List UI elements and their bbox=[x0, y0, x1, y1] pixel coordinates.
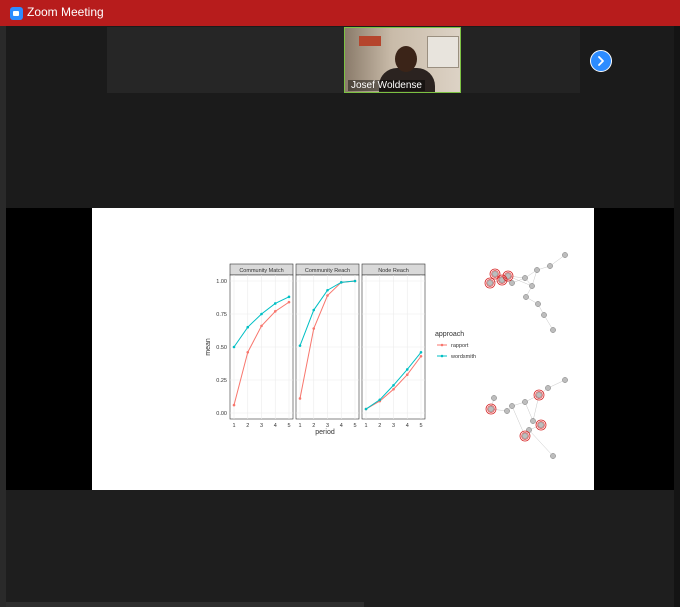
right-window-edge bbox=[674, 26, 680, 607]
legend-entry: wordsmith bbox=[450, 354, 476, 360]
data-point bbox=[419, 354, 423, 358]
y-tick-label: 0.25 bbox=[216, 378, 227, 384]
network-node bbox=[509, 280, 515, 286]
data-point bbox=[353, 279, 357, 283]
y-tick-label: 1.00 bbox=[216, 279, 227, 285]
data-point bbox=[260, 324, 263, 328]
x-tick-label: 5 bbox=[287, 423, 290, 429]
x-tick-label: 5 bbox=[353, 423, 356, 429]
data-point bbox=[392, 383, 395, 387]
data-point bbox=[287, 300, 291, 304]
network-edge bbox=[528, 429, 554, 457]
x-tick-label: 2 bbox=[378, 423, 381, 429]
network-node bbox=[538, 422, 544, 428]
next-page-button[interactable] bbox=[590, 50, 612, 72]
y-axis-label: mean bbox=[205, 338, 212, 356]
data-point bbox=[273, 302, 277, 305]
data-point bbox=[326, 288, 329, 292]
video-whiteboard bbox=[427, 36, 459, 68]
network-node bbox=[492, 271, 498, 277]
x-tick-label: 1 bbox=[364, 423, 367, 429]
x-tick-label: 2 bbox=[246, 423, 249, 429]
network-node bbox=[487, 280, 493, 286]
network-node bbox=[523, 294, 529, 300]
network-node bbox=[491, 395, 497, 401]
data-point bbox=[405, 373, 409, 377]
network-node bbox=[562, 252, 568, 258]
data-point bbox=[287, 295, 291, 299]
facet-label: Community Match bbox=[239, 268, 283, 274]
data-point bbox=[273, 310, 277, 313]
legend-key-point bbox=[440, 354, 444, 358]
data-point bbox=[364, 407, 368, 411]
bottom-edge bbox=[6, 602, 364, 607]
network-edge bbox=[524, 401, 534, 422]
legend-key-point bbox=[440, 343, 444, 347]
data-point bbox=[339, 281, 343, 284]
shared-slide: Community Match 1 2 3 4 5 Community Reach 1 2 3 4 5… bbox=[92, 208, 594, 490]
network-node bbox=[547, 263, 553, 269]
data-point bbox=[260, 312, 263, 316]
window-title: Zoom Meeting bbox=[27, 5, 104, 19]
network-node bbox=[534, 267, 540, 273]
participant-head bbox=[395, 46, 417, 72]
participant-name: Josef Woldense bbox=[348, 80, 425, 91]
network-node bbox=[562, 377, 568, 383]
x-tick-label: 3 bbox=[260, 423, 263, 429]
x-tick-label: 1 bbox=[232, 423, 235, 429]
faceted-line-chart: Community Match 1 2 3 4 5 Community Reach 1 2 3 4 5… bbox=[205, 252, 568, 459]
data-point bbox=[298, 397, 302, 400]
network-node bbox=[522, 399, 528, 405]
network-node bbox=[550, 327, 556, 333]
network-node bbox=[550, 453, 556, 459]
data-point bbox=[419, 350, 423, 354]
data-point bbox=[326, 294, 329, 297]
video-shelf bbox=[359, 36, 381, 46]
x-tick-label: 5 bbox=[419, 423, 422, 429]
network-node bbox=[536, 392, 542, 398]
legend-title: approach bbox=[435, 331, 464, 338]
y-tick-label: 0.00 bbox=[216, 411, 227, 417]
network-node bbox=[522, 275, 528, 281]
network-node bbox=[529, 283, 535, 289]
network-node bbox=[504, 408, 510, 414]
network-node bbox=[535, 301, 541, 307]
title-bar[interactable]: Zoom Meeting bbox=[0, 0, 680, 26]
x-tick-label: 4 bbox=[340, 423, 343, 429]
y-tick-label: 0.50 bbox=[216, 345, 227, 351]
data-point bbox=[378, 398, 382, 402]
y-tick-label: 0.75 bbox=[216, 312, 227, 318]
chevron-right-icon bbox=[598, 56, 604, 66]
participant-tile[interactable]: Josef Woldense bbox=[344, 27, 461, 93]
network-node bbox=[545, 385, 551, 391]
x-axis-label: period bbox=[315, 429, 335, 436]
data-point bbox=[312, 327, 316, 330]
data-point bbox=[392, 387, 395, 391]
data-point bbox=[298, 344, 302, 347]
network-node bbox=[509, 403, 515, 409]
network-node bbox=[488, 406, 494, 412]
data-point bbox=[405, 368, 409, 371]
facet-label: Community Reach bbox=[305, 268, 350, 274]
network-node bbox=[522, 433, 528, 439]
data-point bbox=[232, 403, 236, 407]
facet-label: Node Reach bbox=[378, 268, 409, 274]
data-point bbox=[232, 345, 236, 349]
bottom-panel bbox=[6, 490, 674, 607]
x-tick-label: 4 bbox=[274, 423, 277, 429]
data-point bbox=[246, 350, 250, 354]
network-node bbox=[530, 418, 536, 424]
data-point bbox=[312, 308, 316, 312]
x-tick-label: 3 bbox=[392, 423, 395, 429]
x-tick-label: 1 bbox=[298, 423, 301, 429]
participant-tile-blank[interactable] bbox=[107, 27, 344, 93]
x-tick-label: 4 bbox=[406, 423, 409, 429]
legend-entry: rapport bbox=[451, 343, 469, 349]
data-point bbox=[246, 325, 250, 329]
network-diagrams bbox=[484, 252, 568, 459]
zoom-app-icon bbox=[10, 7, 23, 20]
network-node bbox=[541, 312, 547, 318]
